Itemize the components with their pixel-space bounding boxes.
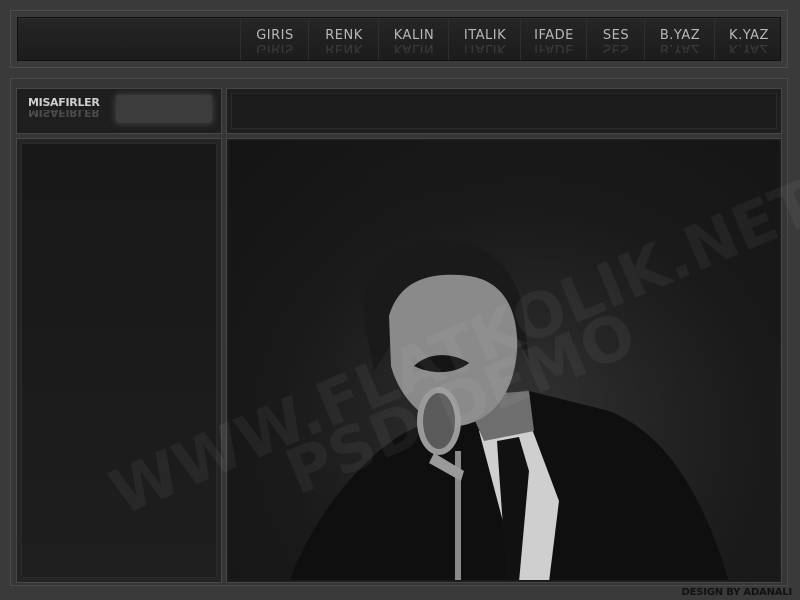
nav-label-reflection: KALIN <box>393 44 435 53</box>
nav-item-ses[interactable]: SES SES <box>586 18 645 60</box>
nav-item-renk[interactable]: RENK RENK <box>308 18 379 60</box>
nav-item-kalin[interactable]: KALIN KALIN <box>378 18 449 60</box>
header-panel <box>226 88 782 134</box>
nav-label-reflection: GIRIS <box>256 44 294 53</box>
nav-item-italik[interactable]: ITALIK ITALIK <box>448 18 521 60</box>
header-panel-inner <box>231 93 777 129</box>
content-area <box>226 138 782 583</box>
nav-label: SES <box>602 28 630 43</box>
nav-label-reflection: B.YAZ <box>659 44 701 53</box>
nav-item-giris[interactable]: GIRIS GIRIS <box>240 18 309 60</box>
nav-label-reflection: RENK <box>325 44 363 53</box>
nav-label-reflection: SES <box>602 44 630 53</box>
sidebar-inner <box>21 143 217 578</box>
singer-photo <box>229 141 779 580</box>
nav-label: ITALIK <box>463 28 507 43</box>
sidebar <box>16 138 222 583</box>
nav-label-reflection: ITALIK <box>463 44 507 53</box>
nav-item-ifade[interactable]: IFADE IFADE <box>520 18 587 60</box>
nav-label-reflection: IFADE <box>534 44 574 53</box>
nav-label: RENK <box>325 28 363 43</box>
nav-label: IFADE <box>534 28 574 43</box>
nav-label: KALIN <box>393 28 435 43</box>
nav-item-byaz[interactable]: B.YAZ B.YAZ <box>644 18 715 60</box>
guests-label: MISAFIRLER <box>28 96 100 109</box>
guests-label-reflection: MISAFIRLER <box>28 110 100 118</box>
content-image <box>229 141 779 580</box>
nav-item-kyaz[interactable]: K.YAZ K.YAZ <box>714 18 783 60</box>
design-credit: DESIGN BY ADANALI <box>681 587 793 598</box>
top-navigation-inner: GIRIS GIRIS RENK RENK KALIN KALIN ITALIK… <box>17 17 781 61</box>
nav-label: B.YAZ <box>659 28 701 43</box>
nav-label: K.YAZ <box>729 28 769 43</box>
top-navigation-bar: GIRIS GIRIS RENK RENK KALIN KALIN ITALIK… <box>10 10 788 68</box>
guests-input[interactable] <box>116 95 212 123</box>
nav-label: GIRIS <box>256 28 294 43</box>
nav-label-reflection: K.YAZ <box>729 44 769 53</box>
